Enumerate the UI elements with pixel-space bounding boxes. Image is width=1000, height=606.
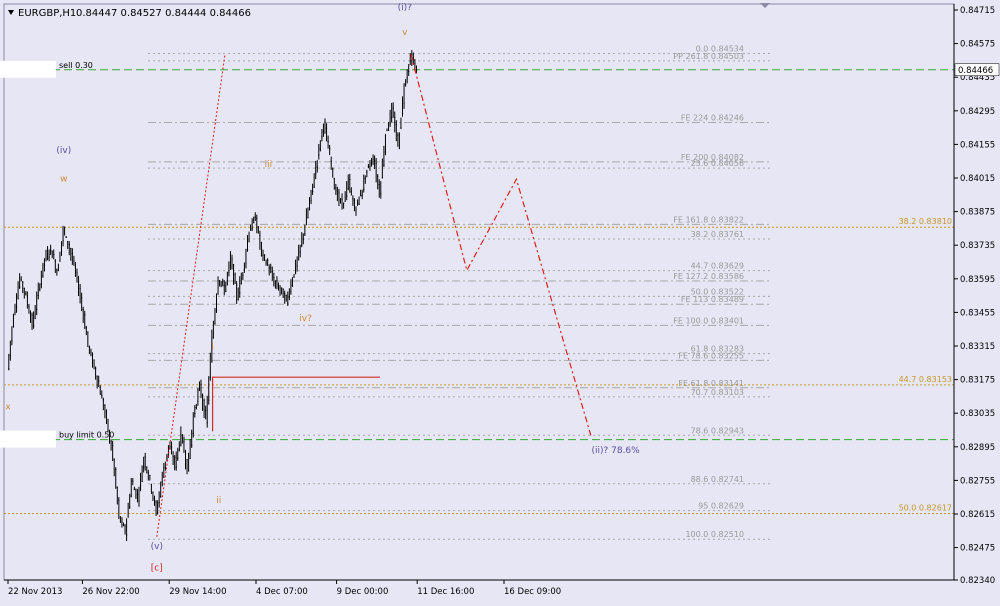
wave-label: iii [265,160,273,170]
wave-label: (iv) [56,146,71,156]
wave-label: (ii)? 78.6% [591,446,640,456]
fib-retrace-label: 38.2 0.83810 [899,217,952,226]
wave-label: iv? [299,314,312,324]
fib-label: 100.0 0.82510 [685,530,744,539]
fib-label: PP 261.8 0.84503 [673,52,744,61]
fib-label: FE 100.0 0.83401 [673,316,744,325]
wave-label: w [60,175,67,185]
order-label-box[interactable] [0,60,56,78]
price-tick-label: 0.83595 [960,275,995,285]
price-tick-label: 0.84295 [960,107,995,117]
fib-label: 88.6 0.82741 [691,475,744,484]
wave-label: v [402,28,408,38]
price-tick-label: 0.82755 [960,476,995,486]
time-tick-label: 4 Dec 07:00 [256,587,308,597]
order-label[interactable]: sell 0.30 [59,61,93,70]
price-tick-label: 0.84715 [960,6,995,16]
wave-label: x [5,403,11,413]
symbol-label: EURGBP,H1 [18,8,76,19]
price-tick-label: 0.83315 [960,342,995,352]
price-tick-label: 0.82615 [960,510,995,520]
fib-label: 23.6 0.84056 [691,159,744,168]
time-tick-label: 29 Nov 14:00 [169,587,226,597]
fib-label: FE 127.2 0.83586 [673,272,744,281]
wave-label: ii [216,496,221,506]
wave-label: (v) [151,542,163,552]
price-tick-label: 0.84575 [960,40,995,50]
time-tick-label: 9 Dec 00:00 [337,587,389,597]
time-tick-label: 11 Dec 16:00 [417,587,474,597]
wave-label: i [211,343,214,353]
time-tick-label: 22 Nov 2013 [8,587,62,597]
fib-label: 44.7 0.83629 [691,262,744,271]
fib-label: FE 224 0.84246 [681,114,744,123]
price-chart[interactable]: 0.0 0.84534PP 261.8 0.84503FE 224 0.8424… [0,0,1000,602]
fib-label: FE 113 0.83489 [681,295,744,304]
fib-label: FE 61.8 0.83141 [678,379,744,388]
wave-label: [c] [151,563,163,573]
wave-label: (i)? [398,3,413,13]
price-tick-label: 0.83035 [960,409,995,419]
time-tick-label: 26 Nov 22:00 [82,587,139,597]
price-tick-label: 0.82340 [960,576,995,586]
price-tick-label: 0.83175 [960,376,995,386]
price-tick-label: 0.83455 [960,308,995,318]
fib-label: FE 161.8 0.83822 [673,215,744,224]
ohlc-readout: 0.84447 0.84527 0.84444 0.84466 [76,8,251,19]
time-tick-label: 16 Dec 09:00 [504,587,561,597]
price-tick-label: 0.83875 [960,208,995,218]
fib-label: 38.2 0.83761 [691,230,744,239]
fib-retrace-label: 44.7 0.83153 [899,375,952,384]
price-tick-label: 0.84155 [960,140,995,150]
fib-retrace-label: 50.0 0.82617 [899,504,952,513]
current-price-label: 0.84466 [958,66,993,76]
price-tick-label: 0.82895 [960,443,995,453]
chart-background [0,0,1000,602]
price-tick-label: 0.83735 [960,241,995,251]
fib-label: FE 78.6 0.83255 [678,351,744,360]
fib-label: 78.6 0.82943 [691,426,744,435]
price-tick-label: 0.84015 [960,174,995,184]
price-tick-label: 0.82475 [960,544,995,554]
fib-label: 70.7 0.83103 [691,388,744,397]
order-label-box[interactable] [0,430,56,448]
fib-label: 95 0.82629 [698,502,744,511]
order-label[interactable]: buy limit 0.50 [59,431,114,440]
chart-window[interactable]: 0.0 0.84534 PP 261.8 0.84503 FE 224 0.8424… [0,0,1000,602]
